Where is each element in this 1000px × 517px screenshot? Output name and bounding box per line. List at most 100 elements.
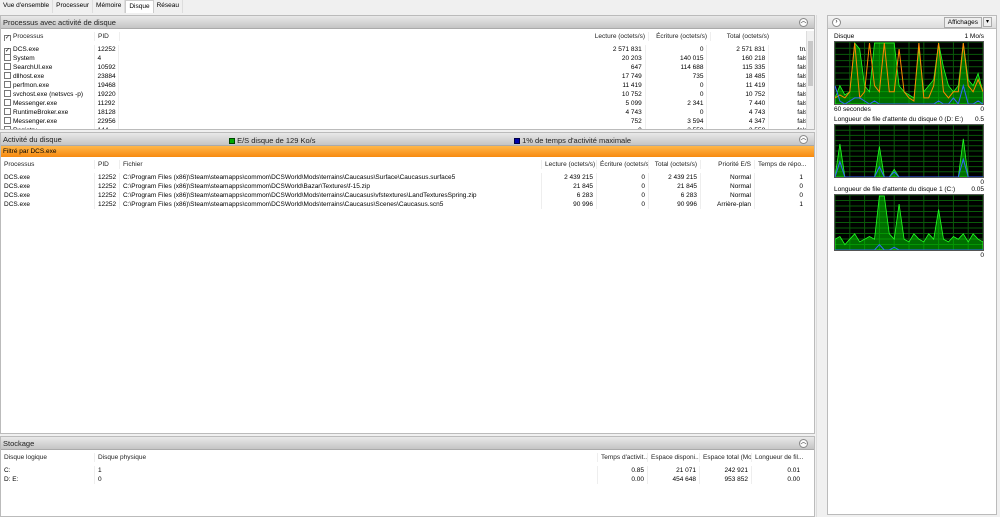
table-row[interactable]: Messenger.exe 22956 752 3 594 4 347 false (1, 117, 814, 126)
table-cell: 21 845 (648, 182, 700, 191)
checkbox[interactable] (4, 72, 11, 79)
views-dropdown-icon[interactable]: ▾ (983, 17, 992, 27)
cell-text: C: (4, 467, 11, 474)
column-header[interactable]: Processus (1, 160, 94, 169)
column-header[interactable]: PID (94, 32, 119, 41)
column-header[interactable]: Espace disponi... (647, 453, 699, 462)
tab-4[interactable]: Réseau (153, 0, 183, 13)
tab-3[interactable]: Disque (125, 0, 154, 13)
collapse-icon[interactable]: ︿ (799, 18, 808, 27)
cell-text: 0.00 (787, 476, 800, 483)
cell-text: 647 (630, 64, 642, 71)
green-square-icon (229, 138, 235, 144)
cell-text: Messenger.exe (13, 100, 58, 107)
table-cell: 4 347 (706, 117, 768, 126)
checkbox[interactable] (4, 63, 11, 70)
table-cell: C:\Program Files (x86)\Steam\steamapps\c… (119, 182, 541, 191)
cell-text: 0 (699, 109, 704, 116)
table-cell: 0.85 (597, 466, 647, 475)
checkbox[interactable] (4, 117, 11, 124)
cell-text: 115 335 (742, 64, 766, 71)
collapse-icon[interactable]: ︿ (799, 135, 808, 144)
graph-footer: 60 secondes (834, 106, 871, 113)
table-row[interactable]: D: E: 0 0.00 454 648 953 852 0.00 (1, 475, 814, 484)
table-cell: C: (1, 466, 94, 475)
checkbox[interactable] (4, 54, 11, 61)
column-header[interactable]: Longueur de fil... (751, 453, 803, 462)
cell-text: 3 558 (687, 127, 703, 129)
main-scrollbar[interactable] (816, 15, 824, 517)
column-header[interactable]: Temps de répo... (754, 160, 806, 169)
cell-text: C:\Program Files (x86)\Steam\steamapps\c… (123, 201, 444, 208)
table-row[interactable]: SearchUI.exe 10592 647 114 688 115 335 false (1, 63, 814, 72)
table-row[interactable]: DCS.exe 12252 C:\Program Files (x86)\Steam… (1, 182, 814, 191)
cell-text: 735 (692, 73, 704, 80)
column-header[interactable]: Temps d'activit... (597, 453, 647, 462)
cell-text: 0.85 (631, 467, 644, 474)
checkbox[interactable] (4, 90, 11, 97)
filter-bar[interactable]: Filtré par DCS.exe (1, 146, 814, 157)
column-header[interactable]: Total (octets/s) (648, 160, 700, 169)
cell-text: 6 283 (680, 192, 697, 199)
column-header[interactable]: Total (octets/s) (710, 32, 772, 41)
table-row[interactable]: svchost.exe (netsvcs -p) 19220 10 752 0 10 7… (1, 90, 814, 99)
header-label: Processus (13, 33, 44, 40)
column-header[interactable]: Lecture (octets/s) (119, 32, 648, 41)
table-row[interactable]: C: 1 0.85 21 071 242 921 0.01 (1, 466, 814, 475)
table-row[interactable]: DCS.exe 12252 C:\Program Files (x86)\Steam… (1, 173, 814, 182)
collapse-icon[interactable]: ︿ (799, 439, 808, 448)
tab-2[interactable]: Mémoire (93, 0, 126, 13)
column-header[interactable]: Priorité E/S (700, 160, 754, 169)
table-row[interactable]: DCS.exe 12252 C:\Program Files (x86)\Steam… (1, 191, 814, 200)
cell-text: 1 (799, 174, 803, 181)
column-header[interactable]: Écriture (octets/s) (596, 160, 648, 169)
views-button[interactable]: Affichages (943, 17, 982, 28)
column-header[interactable]: Fichier (119, 160, 541, 169)
table-cell: 12252 (94, 173, 119, 182)
cell-text: 1 (98, 467, 102, 474)
table-row[interactable]: perfmon.exe 19468 11 419 0 11 419 false (1, 81, 814, 90)
storage-header[interactable]: Stockage ︿ (1, 437, 814, 450)
cell-text: 0 (98, 476, 102, 483)
cell-text: Messenger.exe (13, 118, 58, 125)
activity-header[interactable]: Activité du disque E/S disque de 129 Ko/… (1, 133, 814, 146)
table-row[interactable]: ✓DCS.exe122522 571 83102 571 831true (1, 45, 814, 54)
processes-header[interactable]: Processus avec activité de disque ︿ (1, 16, 814, 29)
column-header[interactable]: Écriture (octets/s) (648, 32, 710, 41)
column-header[interactable]: Disque logique (1, 453, 94, 462)
checkbox[interactable] (4, 108, 11, 115)
cell-text: 0 (641, 174, 645, 181)
checkbox[interactable] (4, 99, 11, 106)
checkbox[interactable]: ✓ (4, 35, 11, 41)
column-header[interactable]: ✓ Processus (1, 32, 94, 41)
table-cell: 0 (644, 45, 707, 54)
table-row[interactable]: Registry14403 5583 558false (1, 126, 814, 129)
table-row[interactable]: Messenger.exe 11292 5 099 2 341 7 440 false (1, 99, 814, 108)
expand-icon[interactable]: › (832, 18, 841, 27)
table-row[interactable]: dllhost.exe 23884 17 749 735 18 485 false (1, 72, 814, 81)
column-header[interactable]: Espace total (Mo) (699, 453, 751, 462)
column-header[interactable]: Lecture (octets/s) (541, 160, 596, 169)
cell-text: 242 921 (724, 467, 749, 474)
column-header[interactable]: PID (94, 160, 119, 169)
tab-0[interactable]: Vue d'ensemble (0, 0, 54, 13)
cell-text: 22956 (97, 118, 116, 125)
cell-text: 454 648 (672, 476, 697, 483)
table-row[interactable]: RuntimeBroker.exe 18128 4 743 0 4 743 false (1, 108, 814, 117)
column-header[interactable]: Disque physique (94, 453, 597, 462)
checkbox[interactable] (4, 126, 11, 129)
table-row[interactable]: System 4 20 203 140 015 160 218 false (1, 54, 814, 63)
io-indicator: E/S disque de 129 Ko/s (229, 136, 315, 145)
cell-text: 17 749 (621, 73, 642, 80)
cell-text: 10592 (97, 64, 116, 71)
cell-text: 12252 (98, 201, 117, 208)
table-row[interactable]: DCS.exe 12252 C:\Program Files (x86)\Steam… (1, 200, 814, 209)
cell-text: Normal (730, 192, 751, 199)
table-cell: 90 996 (648, 200, 700, 209)
scrollbar[interactable] (806, 31, 814, 129)
cell-text: C:\Program Files (x86)\Steam\steamapps\c… (123, 183, 370, 190)
tab-bar: Vue d'ensemble Processeur Mémoire Disque Rés… (0, 0, 183, 13)
checkbox[interactable] (4, 81, 11, 88)
tab-1[interactable]: Processeur (53, 0, 94, 13)
panel-title: Processus avec activité de disque (3, 18, 116, 27)
